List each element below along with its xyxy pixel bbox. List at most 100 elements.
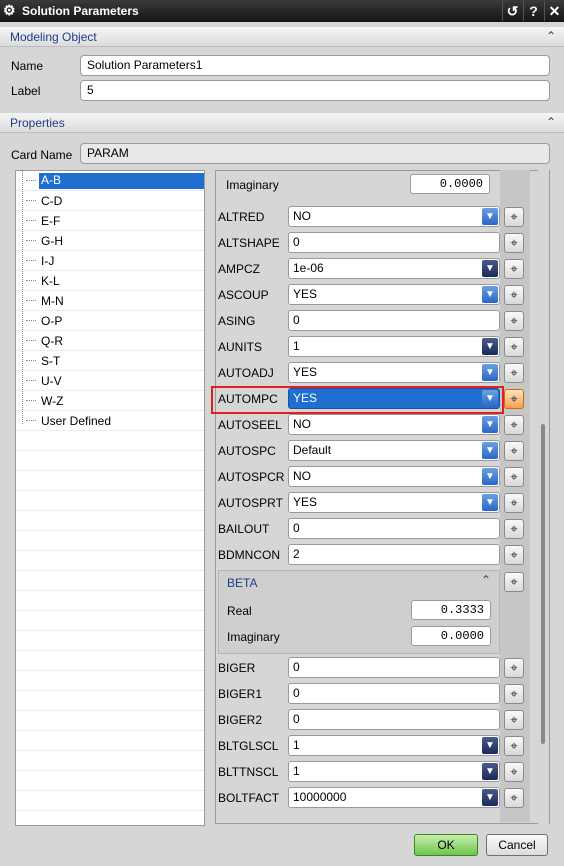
crosshair-picker-icon[interactable]: ⌖ — [504, 441, 524, 461]
crosshair-picker-icon[interactable]: ⌖ — [504, 259, 524, 279]
tree-item-label: G-H — [41, 234, 63, 248]
param-row-autospc: AUTOSPC Default ▼ ⌖ — [218, 438, 530, 464]
crosshair-picker-icon[interactable]: ⌖ — [504, 710, 524, 730]
scrollbar-thumb[interactable] — [541, 424, 545, 744]
chevron-up-icon[interactable]: ⌃ — [546, 115, 556, 129]
help-icon[interactable]: ? — [523, 1, 543, 21]
name-input[interactable]: Solution Parameters1 — [80, 55, 550, 76]
cancel-button[interactable]: Cancel — [486, 834, 548, 856]
dropdown-arrow-icon[interactable]: ▼ — [482, 338, 498, 355]
imaginary-input[interactable]: 0.0000 — [410, 174, 490, 194]
crosshair-picker-icon[interactable]: ⌖ — [504, 545, 524, 565]
crosshair-picker-icon[interactable]: ⌖ — [504, 363, 524, 383]
param-select[interactable]: YES ▼ — [288, 362, 500, 383]
crosshair-picker-icon[interactable]: ⌖ — [504, 285, 524, 305]
param-select[interactable]: YES ▼ — [288, 284, 500, 305]
dropdown-arrow-icon[interactable]: ▼ — [482, 364, 498, 381]
tree-connector-line — [26, 340, 36, 341]
tree-row — [16, 751, 204, 771]
param-select[interactable]: 1 ▼ — [288, 735, 500, 756]
crosshair-picker-icon[interactable]: ⌖ — [504, 572, 524, 592]
crosshair-picker-icon[interactable]: ⌖ — [504, 415, 524, 435]
param-value: 0 — [293, 660, 300, 674]
crosshair-picker-icon[interactable]: ⌖ — [504, 658, 524, 678]
dropdown-arrow-icon[interactable]: ▼ — [482, 789, 498, 806]
param-input[interactable]: 0 — [288, 518, 500, 539]
crosshair-picker-icon[interactable]: ⌖ — [504, 311, 524, 331]
param-row-autosprt: AUTOSPRT YES ▼ ⌖ — [218, 490, 530, 516]
tree-connector-line — [26, 220, 36, 221]
param-select[interactable]: NO ▼ — [288, 466, 500, 487]
param-value: 0 — [293, 521, 300, 535]
tree-row — [16, 551, 204, 571]
crosshair-picker-icon[interactable]: ⌖ — [504, 233, 524, 253]
dropdown-arrow-icon[interactable]: ▼ — [482, 494, 498, 511]
param-input[interactable]: 0 — [288, 232, 500, 253]
tree-connector-line — [26, 200, 36, 201]
label-input[interactable]: 5 — [80, 80, 550, 101]
category-tree[interactable]: A-B C-D E-F G-H I-J K-L M-N O-P Q-R S-T U-V W-Z User… — [15, 170, 205, 831]
tree-connector-line — [26, 400, 36, 401]
dropdown-arrow-icon[interactable]: ▼ — [482, 286, 498, 303]
modeling-object-title: Modeling Object — [10, 30, 97, 44]
crosshair-picker-icon[interactable]: ⌖ — [504, 493, 524, 513]
modeling-object-header[interactable]: Modeling Object ⌃ — [0, 27, 564, 47]
properties-header[interactable]: Properties ⌃ — [0, 113, 564, 133]
crosshair-picker-icon[interactable]: ⌖ — [504, 519, 524, 539]
chevron-up-icon[interactable]: ⌃ — [481, 573, 491, 587]
param-row-bltglscl: BLTGLSCL 1 ▼ ⌖ — [218, 733, 530, 759]
param-input[interactable]: 0 — [288, 657, 500, 678]
dropdown-arrow-icon[interactable]: ▼ — [482, 416, 498, 433]
param-value: 0 — [293, 686, 300, 700]
tree-connector-line — [26, 300, 36, 301]
chevron-up-icon[interactable]: ⌃ — [546, 29, 556, 43]
param-input[interactable]: 0 — [288, 310, 500, 331]
param-select[interactable]: YES ▼ — [288, 492, 500, 513]
dropdown-arrow-icon[interactable]: ▼ — [482, 763, 498, 780]
param-label: BIGER2 — [218, 713, 263, 727]
param-label: AUTOADJ — [218, 366, 274, 380]
crosshair-picker-icon[interactable]: ⌖ — [504, 207, 524, 227]
beta-imaginary-input[interactable]: 0.0000 — [411, 626, 491, 646]
param-input[interactable]: 0 — [288, 683, 500, 704]
crosshair-picker-icon[interactable]: ⌖ — [504, 389, 524, 409]
param-select[interactable]: 1 ▼ — [288, 761, 500, 782]
beta-real-input[interactable]: 0.3333 — [411, 600, 491, 620]
param-select[interactable]: 1e-06 ▼ — [288, 258, 500, 279]
crosshair-picker-icon[interactable]: ⌖ — [504, 684, 524, 704]
param-input[interactable]: 2 — [288, 544, 500, 565]
tree-row — [16, 731, 204, 751]
param-select[interactable]: NO ▼ — [288, 206, 500, 227]
crosshair-picker-icon[interactable]: ⌖ — [504, 762, 524, 782]
ok-button[interactable]: OK — [414, 834, 478, 856]
param-value: NO — [293, 469, 311, 483]
param-select[interactable]: 1 ▼ — [288, 336, 500, 357]
reset-icon[interactable]: ↺ — [502, 1, 522, 21]
crosshair-picker-icon[interactable]: ⌖ — [504, 337, 524, 357]
param-input[interactable]: 0 — [288, 709, 500, 730]
crosshair-picker-icon[interactable]: ⌖ — [504, 467, 524, 487]
dropdown-arrow-icon[interactable]: ▼ — [482, 442, 498, 459]
param-select[interactable]: Default ▼ — [288, 440, 500, 461]
tree-row — [16, 691, 204, 711]
param-value: 2 — [293, 547, 300, 561]
dropdown-arrow-icon[interactable]: ▼ — [482, 208, 498, 225]
param-label: BIGER1 — [218, 687, 263, 701]
crosshair-picker-icon[interactable]: ⌖ — [504, 736, 524, 756]
dropdown-arrow-icon[interactable]: ▼ — [482, 260, 498, 277]
param-select[interactable]: NO ▼ — [288, 414, 500, 435]
gear-icon[interactable]: ⚙ — [3, 2, 16, 19]
param-value: YES — [293, 365, 318, 379]
close-icon[interactable]: ✕ — [544, 1, 564, 21]
dropdown-arrow-icon[interactable]: ▼ — [482, 468, 498, 485]
tree-item-label: M-N — [41, 294, 64, 308]
param-row-biger2: BIGER2 0 ⌖ — [218, 707, 530, 733]
param-select[interactable]: 10000000 ▼ — [288, 787, 500, 808]
card-name-field: PARAM — [80, 143, 550, 164]
tree-item-label: A-B — [39, 173, 204, 189]
dropdown-arrow-icon[interactable]: ▼ — [482, 737, 498, 754]
top-imaginary-row: Imaginary 0.0000 — [218, 171, 530, 197]
param-label: AUTOSPC — [218, 444, 276, 458]
crosshair-picker-icon[interactable]: ⌖ — [504, 788, 524, 808]
tree-row — [16, 571, 204, 591]
